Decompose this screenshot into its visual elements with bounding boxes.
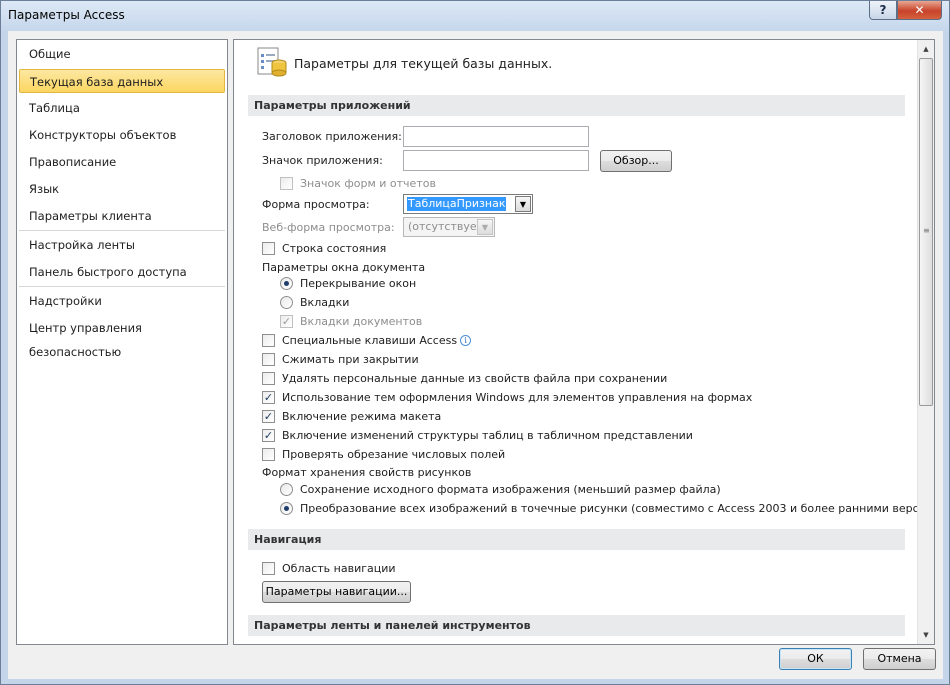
page-title: Параметры для текущей базы данных. [294,56,553,71]
preserve-image-format-radio[interactable] [280,483,293,496]
scrollbar-thumb[interactable]: ≡ [919,58,933,406]
browse-button[interactable]: Обзор... [600,150,672,172]
app-title-label: Заголовок приложения: [262,130,402,143]
sidebar-item-trust-center[interactable]: Центр управления безопасностью [19,316,225,359]
sidebar-item-customize-ribbon[interactable]: Настройка ленты [19,233,225,257]
special-keys-label: Специальные клавиши Access i [282,334,472,347]
app-title-input[interactable] [403,126,589,147]
window-title: Параметры Access [8,8,125,22]
info-icon[interactable]: i [460,335,472,346]
layout-view-label: Включение режима макета [282,410,442,423]
convert-bitmaps-label: Преобразование всех изображений в точечн… [300,502,935,515]
remove-personal-info-label: Удалять персональные данные из свойств ф… [282,372,668,385]
options-pane: Параметры для текущей базы данных. Парам… [233,39,935,645]
display-form-select[interactable]: ТаблицаПризнак ▼ [403,194,533,214]
document-tabs-label: Вкладки документов [300,315,423,328]
remove-personal-info-checkbox[interactable] [262,372,275,385]
scroll-up-icon[interactable]: ▲ [918,41,934,57]
display-navigation-label: Область навигации [282,562,396,575]
category-list: Общие Текущая база данных Таблица Констр… [16,39,228,645]
status-bar-label: Строка состояния [282,242,387,255]
tabbed-documents-label: Вкладки [300,296,350,309]
icon-forms-reports-label: Значок форм и отчетов [300,177,436,190]
radio-selected-dot [284,281,289,286]
tabbed-documents-radio[interactable] [280,296,293,309]
section-header-navigation: Навигация [248,529,905,550]
sidebar-item-general[interactable]: Общие [19,42,225,66]
sidebar-item-add-ins[interactable]: Надстройки [19,289,225,313]
cancel-button[interactable]: Отмена [863,648,936,670]
sidebar-item-datasheet[interactable]: Таблица [19,96,225,120]
overlapping-windows-radio[interactable] [280,277,293,290]
navigation-options-button[interactable]: Параметры навигации... [262,581,411,603]
sidebar-item-proofing[interactable]: Правописание [19,150,225,174]
vertical-scrollbar[interactable]: ▲ ≡ ▼ [917,40,934,644]
chevron-down-icon[interactable]: ▼ [477,219,493,235]
truncated-fields-label: Проверять обрезание числовых полей [282,448,506,461]
web-form-select[interactable]: (отсутствует) ▼ [403,217,495,237]
options-dialog: Параметры Access ? ✕ Общие Текущая база … [0,0,950,685]
doc-window-options-label: Параметры окна документа [262,261,426,274]
design-changes-label: Включение изменений структуры таблиц в т… [282,429,693,442]
dialog-client: Общие Текущая база данных Таблица Констр… [8,31,943,679]
display-form-value: ТаблицаПризнак [407,197,507,211]
design-changes-checkbox[interactable]: ✓ [262,429,275,442]
compact-on-close-checkbox[interactable] [262,353,275,366]
special-keys-text: Специальные клавиши Access [282,334,458,347]
scroll-down-icon[interactable]: ▼ [918,627,934,643]
sidebar-item-client-settings[interactable]: Параметры клиента [19,204,225,228]
database-settings-icon [257,47,287,77]
sidebar-divider [19,230,225,231]
section-header-ribbon-toolbars: Параметры ленты и панелей инструментов [248,615,905,636]
icon-forms-reports-checkbox[interactable] [280,177,293,190]
app-icon-input[interactable] [403,150,589,171]
windows-themes-checkbox[interactable]: ✓ [262,391,275,404]
preserve-image-format-label: Сохранение исходного формата изображения… [300,483,721,496]
sidebar-item-quick-access-toolbar[interactable]: Панель быстрого доступа [19,260,225,284]
radio-selected-dot [284,506,289,511]
web-form-label: Веб-форма просмотра: [262,221,395,234]
sidebar-divider [19,286,225,287]
help-button[interactable]: ? [869,1,897,20]
ok-button[interactable]: ОК [779,648,852,670]
overlapping-windows-label: Перекрывание окон [300,277,417,290]
layout-view-checkbox[interactable]: ✓ [262,410,275,423]
compact-on-close-label: Сжимать при закрытии [282,353,419,366]
status-bar-checkbox[interactable] [262,242,275,255]
sidebar-item-object-designers[interactable]: Конструкторы объектов [19,123,225,147]
close-icon[interactable]: ✕ [897,1,942,20]
chevron-down-icon[interactable]: ▼ [515,196,531,212]
display-form-label: Форма просмотра: [262,198,370,211]
sidebar-item-language[interactable]: Язык [19,177,225,201]
app-icon-label: Значок приложения: [262,154,383,167]
document-tabs-checkbox[interactable]: ✓ [280,315,293,328]
grip-icon: ≡ [923,226,930,235]
windows-themes-label: Использование тем оформления Windows для… [282,391,753,404]
truncated-fields-checkbox[interactable] [262,448,275,461]
title-bar: Параметры Access ? ✕ [1,1,949,31]
special-keys-checkbox[interactable] [262,334,275,347]
convert-bitmaps-radio[interactable] [280,502,293,515]
display-navigation-checkbox[interactable] [262,562,275,575]
section-header-app-options: Параметры приложений [248,95,905,116]
picture-format-label: Формат хранения свойств рисунков [262,466,472,479]
sidebar-item-current-database[interactable]: Текущая база данных [19,69,225,93]
